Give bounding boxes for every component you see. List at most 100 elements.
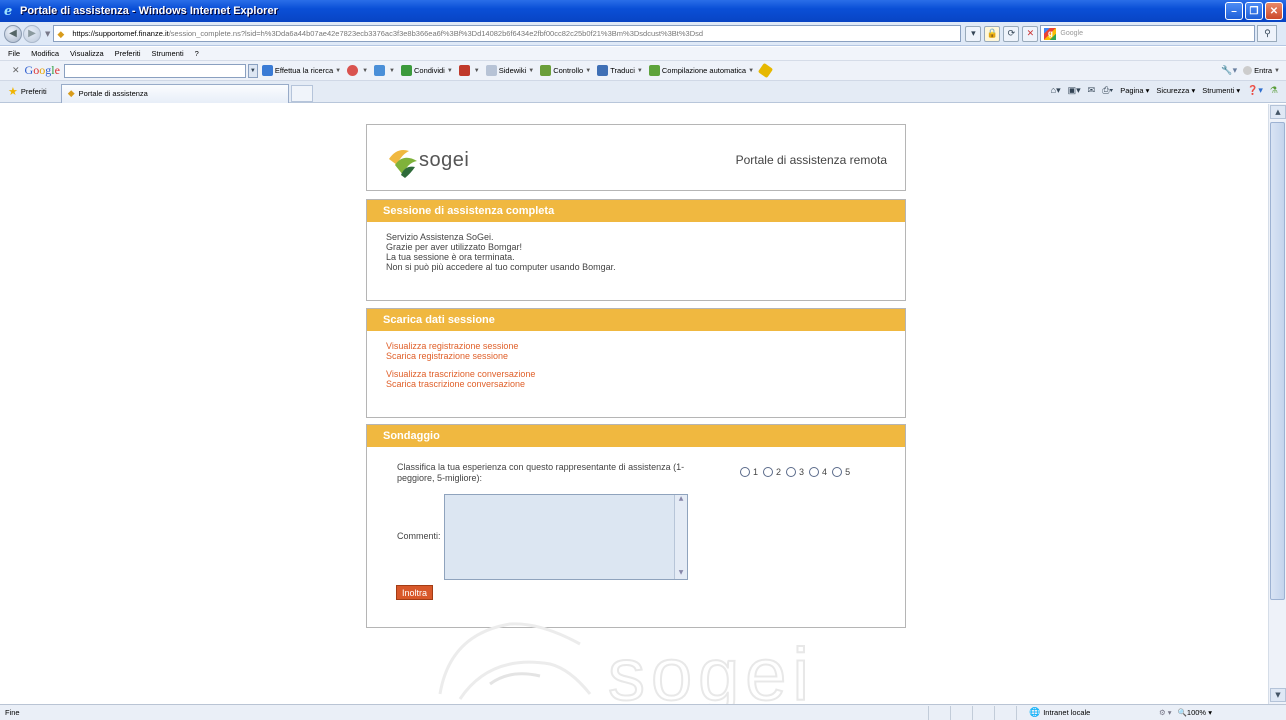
plus-icon [374, 65, 386, 76]
google-toolbar: ✕ Google ▼ Effettua la ricerca ▼ ▼ ▼ Cond… [0, 61, 1286, 81]
address-bar[interactable]: ◆ https://supportomef.finanze.it /sessio… [53, 25, 962, 42]
maximize-button[interactable]: ❐ [1245, 2, 1263, 20]
toolbar-item-spellcheck[interactable]: Controllo ▼ [540, 65, 591, 76]
back-button[interactable]: ◀ [4, 24, 22, 43]
session-line: La tua sessione è ora terminata. [386, 252, 515, 262]
close-button[interactable]: ✕ [1265, 2, 1283, 20]
toolbar-close-icon[interactable]: ✕ [12, 65, 20, 76]
menu-strumenti-cmd[interactable]: Strumenti ▾ [1202, 86, 1240, 95]
rating-option-5[interactable]: 5 [832, 467, 850, 477]
security-zone[interactable]: 🌐 Intranet locale [1016, 705, 1141, 720]
zoom-control[interactable]: 🔍100% ▾ [1178, 708, 1212, 717]
view-recording-link[interactable]: Visualizza registrazione sessione [386, 341, 886, 351]
menu-file[interactable]: File [8, 49, 20, 58]
history-dropdown-icon[interactable]: ▼ [45, 30, 50, 38]
scroll-thumb[interactable] [1270, 122, 1285, 600]
search-button[interactable]: ⚲ [1257, 25, 1278, 42]
command-bar: ⌂▾ ▣▾ ✉ ⎙▾ Pagina ▾ Sicurezza ▾ Strument… [1051, 85, 1278, 96]
forward-button[interactable]: ▶ [23, 24, 41, 43]
watermark-logo-icon [438, 622, 592, 700]
google-search-icon [261, 65, 273, 76]
new-tab-button[interactable] [290, 84, 313, 102]
favorites-tab-bar: ★ Preferiti ◆ Portale di assistenza ⌂▾ ▣… [0, 81, 1286, 103]
download-transcript-link[interactable]: Scarica trascrizione conversazione [386, 379, 886, 389]
minimize-button[interactable]: – [1225, 2, 1243, 20]
toolbar-item-autofill[interactable]: Compilazione automatica ▼ [648, 65, 754, 76]
status-bar: Fine 🌐 Intranet locale ⚙ ▾ 🔍100% ▾ [0, 704, 1286, 720]
page-viewport: sogei Portale di assistenza remota Sessi… [0, 104, 1268, 704]
radio-button[interactable] [832, 467, 843, 477]
radio-button[interactable] [763, 467, 774, 477]
highlighter-icon[interactable] [757, 62, 774, 79]
menu-strumenti[interactable]: Strumenti [152, 49, 184, 58]
scroll-down-icon[interactable]: ▼ [675, 569, 687, 579]
refresh-button[interactable]: ⟳ [1003, 25, 1020, 42]
toolbar-item-share[interactable]: Condividi ▼ [400, 65, 453, 76]
search-placeholder: Google [1060, 30, 1083, 37]
help-icon[interactable]: ❓▾ [1247, 85, 1263, 96]
share-icon [400, 65, 412, 76]
search-box[interactable]: g Google [1040, 25, 1256, 42]
menu-preferiti[interactable]: Preferiti [115, 49, 141, 58]
menu-visualizza[interactable]: Visualizza [70, 49, 104, 58]
menu-help[interactable]: ? [195, 49, 199, 58]
tab-portale-di-assistenza[interactable]: ◆ Portale di assistenza [60, 83, 289, 103]
download-recording-link[interactable]: Scarica registrazione sessione [386, 351, 886, 361]
favorites-button[interactable]: ★ Preferiti [8, 85, 47, 98]
scroll-up-icon[interactable]: ▲ [675, 495, 687, 505]
page-scrollbar[interactable]: ▲ ▼ [1268, 104, 1286, 704]
star-icon: ★ [8, 86, 18, 98]
radio-button[interactable] [740, 467, 750, 477]
download-panel: Scarica dati sessione Visualizza registr… [366, 308, 906, 418]
comments-scrollbar[interactable]: ▲ ▼ [674, 495, 687, 579]
window-titlebar[interactable]: e Portale di assistenza - Windows Intern… [0, 0, 1286, 22]
security-lock-icon[interactable]: 🔒 [984, 25, 1001, 42]
header-panel: sogei Portale di assistenza remota [366, 124, 906, 191]
research-icon[interactable]: ⚗ [1270, 85, 1278, 96]
scroll-up-icon[interactable]: ▲ [1270, 105, 1286, 119]
site-favicon-icon: ◆ [67, 88, 75, 98]
toolbar-item-plus[interactable]: ▼ [374, 65, 395, 76]
stop-button[interactable]: ✕ [1022, 25, 1039, 42]
toolbar-item-sidewiki[interactable]: Sidewiki ▼ [485, 65, 534, 76]
scroll-down-icon[interactable]: ▼ [1270, 688, 1286, 702]
rating-option-1[interactable]: 1 [740, 467, 758, 477]
internet-explorer-icon: e [4, 3, 13, 19]
toolbar-item-translate[interactable]: Traduci ▼ [597, 65, 643, 76]
wrench-icon[interactable]: 🔧▾ [1221, 65, 1237, 76]
sogei-logo-text: sogei [419, 149, 470, 171]
print-icon[interactable]: ⎙▾ [1102, 85, 1113, 96]
toolbar-item-search[interactable]: Effettua la ricerca ▼ [261, 65, 341, 76]
sogei-logo-icon [389, 150, 417, 178]
rating-option-2[interactable]: 2 [763, 467, 781, 477]
view-transcript-link[interactable]: Visualizza trascrizione conversazione [386, 369, 886, 379]
google-search-input[interactable] [63, 63, 246, 78]
protected-mode-icon[interactable]: ⚙ ▾ [1159, 708, 1172, 717]
session-heading: Sessione di assistenza completa [367, 200, 905, 222]
session-message: Servizio Assistenza SoGei. Grazie per av… [367, 222, 905, 282]
status-text: Fine [5, 708, 20, 717]
feeds-icon[interactable]: ▣▾ [1068, 85, 1081, 96]
google-search-dropdown[interactable]: ▼ [247, 63, 258, 78]
rating-option-4[interactable]: 4 [809, 467, 827, 477]
autofill-icon [648, 65, 660, 76]
session-line: Servizio Assistenza SoGei. [386, 232, 494, 242]
home-icon[interactable]: ⌂▾ [1051, 85, 1061, 96]
rating-option-3[interactable]: 3 [786, 467, 804, 477]
menu-sicurezza[interactable]: Sicurezza ▾ [1156, 86, 1195, 95]
watermark-text: sogei [607, 632, 815, 704]
mail-icon[interactable]: ✉ [1088, 85, 1096, 96]
toolbar-item-popup[interactable]: ▼ [347, 65, 368, 76]
signin-button[interactable]: Entra ▼ [1243, 66, 1280, 75]
toolbar-item-notes[interactable]: ▼ [458, 65, 480, 76]
radio-button[interactable] [786, 467, 797, 477]
radio-button[interactable] [809, 467, 820, 477]
rating-radio-group: 1 2 3 4 5 [740, 467, 855, 477]
menu-pagina[interactable]: Pagina ▾ [1120, 86, 1149, 95]
comments-textarea[interactable]: ▲ ▼ [444, 494, 688, 580]
menu-modifica[interactable]: Modifica [31, 49, 59, 58]
submit-button[interactable]: Inoltra [396, 585, 433, 600]
sidewiki-icon [485, 65, 497, 76]
address-dropdown-button[interactable]: ▾ [965, 25, 982, 42]
google-logo: Google [24, 63, 60, 77]
